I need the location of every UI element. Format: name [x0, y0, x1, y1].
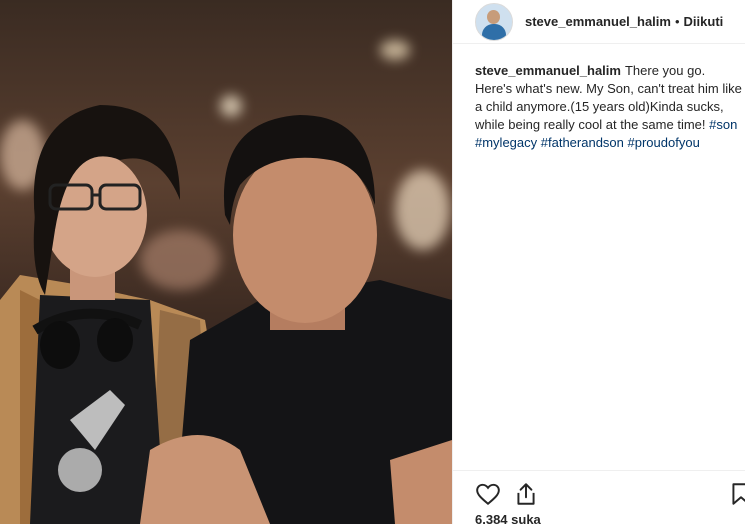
hashtag-son[interactable]: #son — [709, 117, 737, 132]
likes-count[interactable]: 6.384 suka — [475, 512, 541, 527]
separator-dot: • — [674, 14, 680, 29]
follow-status-button[interactable]: Diikuti — [684, 14, 724, 29]
hashtag-fatherandson[interactable]: #fatherandson — [541, 135, 624, 150]
post-header: steve_emmanuel_halim • Diikuti — [453, 0, 745, 44]
hashtag-proudofyou[interactable]: #proudofyou — [628, 135, 700, 150]
photo-subjects — [0, 105, 452, 524]
share-icon[interactable] — [513, 481, 539, 507]
avatar[interactable] — [475, 2, 513, 41]
post-actions — [453, 470, 745, 514]
post-photo[interactable] — [0, 0, 452, 524]
post-sidebar: steve_emmanuel_halim • Diikuti steve_emm… — [452, 0, 745, 527]
header-username[interactable]: steve_emmanuel_halim — [525, 14, 671, 29]
bookmark-icon[interactable] — [728, 481, 745, 507]
caption-username[interactable]: steve_emmanuel_halim — [475, 63, 621, 78]
post-caption: steve_emmanuel_halim There you go. Here's… — [475, 62, 745, 152]
heart-icon[interactable] — [475, 481, 501, 507]
hashtag-mylegacy[interactable]: #mylegacy — [475, 135, 537, 150]
